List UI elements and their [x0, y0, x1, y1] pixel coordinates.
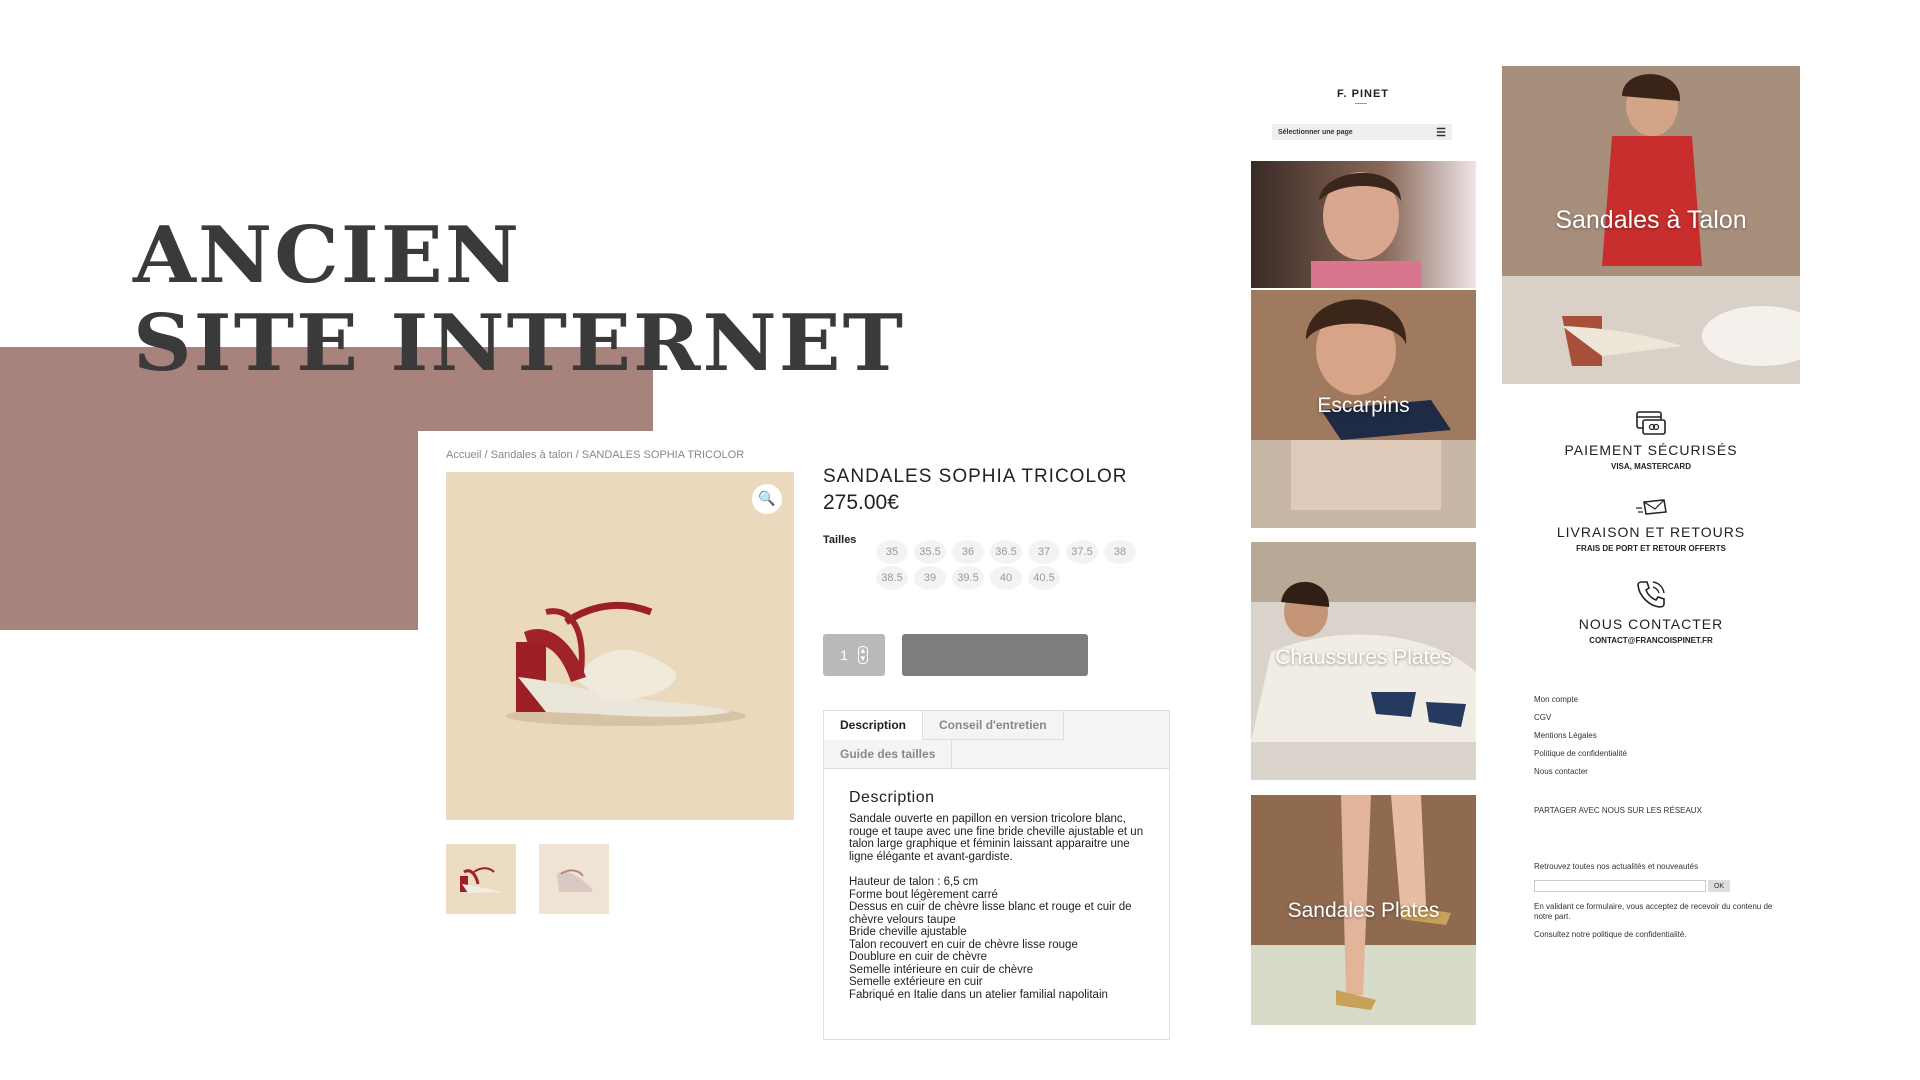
tab-size-guide[interactable]: Guide des tailles	[824, 740, 953, 769]
footer-link-contact[interactable]: Nous contacter	[1534, 767, 1627, 785]
size-option[interactable]: 38.5	[876, 566, 908, 590]
footer-links: Mon compte CGV Mentions Légales Politiqu…	[1534, 695, 1627, 785]
page-select-label: Sélectionner une page	[1278, 128, 1353, 136]
product-tabs: Description Conseil d'entretien Guide de…	[823, 710, 1170, 1040]
feature-secure-payment: PAIEMENT SÉCURISÉS VISA, MASTERCARD	[1502, 410, 1800, 471]
size-option[interactable]: 38	[1104, 540, 1136, 564]
quantity-stepper[interactable]: 1 ▲ ▼	[823, 634, 885, 676]
tab-bar: Description Conseil d'entretien Guide de…	[824, 711, 1169, 769]
add-to-cart-button[interactable]	[902, 634, 1088, 676]
sandal-image	[506, 601, 746, 726]
product-thumbnail-2[interactable]	[539, 844, 609, 914]
portrait-photo	[1251, 161, 1476, 288]
feature-title: PAIEMENT SÉCURISÉS	[1564, 442, 1738, 458]
category-tile-escarpins[interactable]: Escarpins	[1251, 290, 1476, 528]
feature-title: LIVRAISON ET RETOURS	[1556, 524, 1746, 540]
newsletter-ok-button[interactable]: OK	[1708, 880, 1730, 892]
newsletter-text: Retrouvez toutes nos actualités et nouve…	[1534, 862, 1699, 871]
stepper-arrows-icon[interactable]: ▲ ▼	[857, 646, 868, 664]
size-option[interactable]: 37	[1028, 540, 1060, 564]
hero-banner-label: Sandales à Talon	[1555, 206, 1747, 234]
footer-link-cgv[interactable]: CGV	[1534, 713, 1627, 731]
description-heading: Description	[849, 789, 935, 806]
product-title: SANDALES SOPHIA TRICOLOR	[823, 466, 1128, 487]
category-label-chaussures-plates: Chaussures Plates	[1275, 646, 1452, 669]
detail-item: Semelle intérieure en cuir de chèvre	[849, 963, 1034, 976]
detail-item: Fabriqué en Italie dans un atelier famil…	[849, 988, 1108, 1001]
description-text: Sandale ouverte en papillon en version t…	[849, 813, 1144, 863]
product-photo[interactable]: 🔍	[446, 472, 794, 820]
brand-logo[interactable]: F. PINET	[1337, 88, 1389, 100]
social-share-heading: PARTAGER AVEC NOUS SUR LES RÉSEAUX	[1534, 806, 1702, 815]
detail-item: Doublure en cuir de chèvre	[849, 951, 988, 963]
phone-icon	[1637, 581, 1665, 608]
feature-delivery-returns: LIVRAISON ET RETOURS FRAIS DE PORT ET RE…	[1502, 498, 1800, 553]
slide-title: ANCIEN SITE INTERNET	[133, 212, 905, 388]
logo-underline	[1355, 103, 1367, 104]
feature-subtitle: VISA, MASTERCARD	[1610, 462, 1691, 471]
newsletter-privacy-link[interactable]: Consultez notre politique de confidentia…	[1534, 930, 1687, 939]
footer-link-legal[interactable]: Mentions Légales	[1534, 731, 1627, 749]
size-option[interactable]: 40	[990, 566, 1022, 590]
tab-care-advice[interactable]: Conseil d'entretien	[923, 711, 1064, 740]
slide-title-line1: ANCIEN	[133, 210, 522, 301]
page-select-dropdown[interactable]: Sélectionner une page ☰	[1272, 124, 1452, 140]
feature-contact: NOUS CONTACTER CONTACT@FRANCOISPINET.FR	[1502, 578, 1800, 645]
size-option[interactable]: 39	[914, 566, 946, 590]
detail-item: Dessus en cuir de chèvre lisse blanc et …	[849, 901, 1132, 926]
size-option[interactable]: 35	[876, 540, 908, 564]
newsletter-consent: En validant ce formulaire, vous acceptez…	[1534, 902, 1773, 921]
footer-link-account[interactable]: Mon compte	[1534, 695, 1627, 713]
feature-title[interactable]: NOUS CONTACTER	[1502, 616, 1800, 632]
detail-item: Bride cheville ajustable	[849, 926, 967, 938]
hamburger-menu-icon[interactable]: ☰	[1436, 126, 1446, 139]
detail-item: Talon recouvert en cuir de chèvre lisse …	[849, 938, 1078, 951]
feature-subtitle[interactable]: CONTACT@FRANCOISPINET.FR	[1502, 636, 1800, 645]
tab-description[interactable]: Description	[824, 711, 924, 740]
detail-item: Semelle extérieure en cuir	[849, 976, 983, 988]
thumbnail-sandal-image	[460, 867, 504, 893]
breadcrumb[interactable]: Accueil / Sandales à talon / SANDALES SO…	[446, 449, 744, 461]
hero-banner-sandales-talon[interactable]: Sandales à Talon	[1502, 66, 1800, 384]
size-option[interactable]: 37.5	[1066, 540, 1098, 564]
detail-item: Forme bout légèrement carré	[849, 888, 998, 901]
size-option[interactable]: 40.5	[1028, 566, 1060, 590]
size-selector: 35 35.5 36 36.5 37 37.5 38 38.5 39 39.5 …	[876, 540, 1146, 590]
feature-subtitle: FRAIS DE PORT ET RETOUR OFFERTS	[1576, 544, 1726, 553]
product-thumbnail-1[interactable]	[446, 844, 516, 914]
magnifier-icon[interactable]: 🔍	[752, 484, 782, 514]
envelope-icon	[1636, 499, 1667, 515]
sizes-label: Tailles	[823, 534, 857, 546]
size-option[interactable]: 36	[952, 540, 984, 564]
details-list: Hauteur de talon : 6,5 cm Forme bout lég…	[849, 876, 1145, 1001]
tab-panel-description: Description Sandale ouverte en papillon …	[824, 769, 1169, 1001]
footer-link-privacy[interactable]: Politique de confidentialité	[1534, 749, 1627, 767]
category-tile-sandales-plates[interactable]: Sandales Plates	[1251, 795, 1476, 1025]
category-tile-portrait[interactable]	[1251, 161, 1476, 288]
category-tile-chaussures-plates[interactable]: Chaussures Plates	[1251, 542, 1476, 780]
product-price: 275.00€	[823, 491, 899, 514]
quantity-value: 1	[840, 647, 848, 663]
newsletter-email-input[interactable]	[1534, 880, 1706, 892]
detail-item: Hauteur de talon : 6,5 cm	[849, 876, 979, 888]
category-label-sandales-plates: Sandales Plates	[1287, 899, 1440, 922]
size-option[interactable]: 39.5	[952, 566, 984, 590]
size-option[interactable]: 35.5	[914, 540, 946, 564]
thumbnail-sandal-image	[557, 869, 593, 892]
size-option[interactable]: 36.5	[990, 540, 1022, 564]
card-icon	[1636, 411, 1666, 435]
category-label-escarpins: Escarpins	[1317, 394, 1410, 417]
slide-title-line2: SITE INTERNET	[133, 298, 906, 389]
